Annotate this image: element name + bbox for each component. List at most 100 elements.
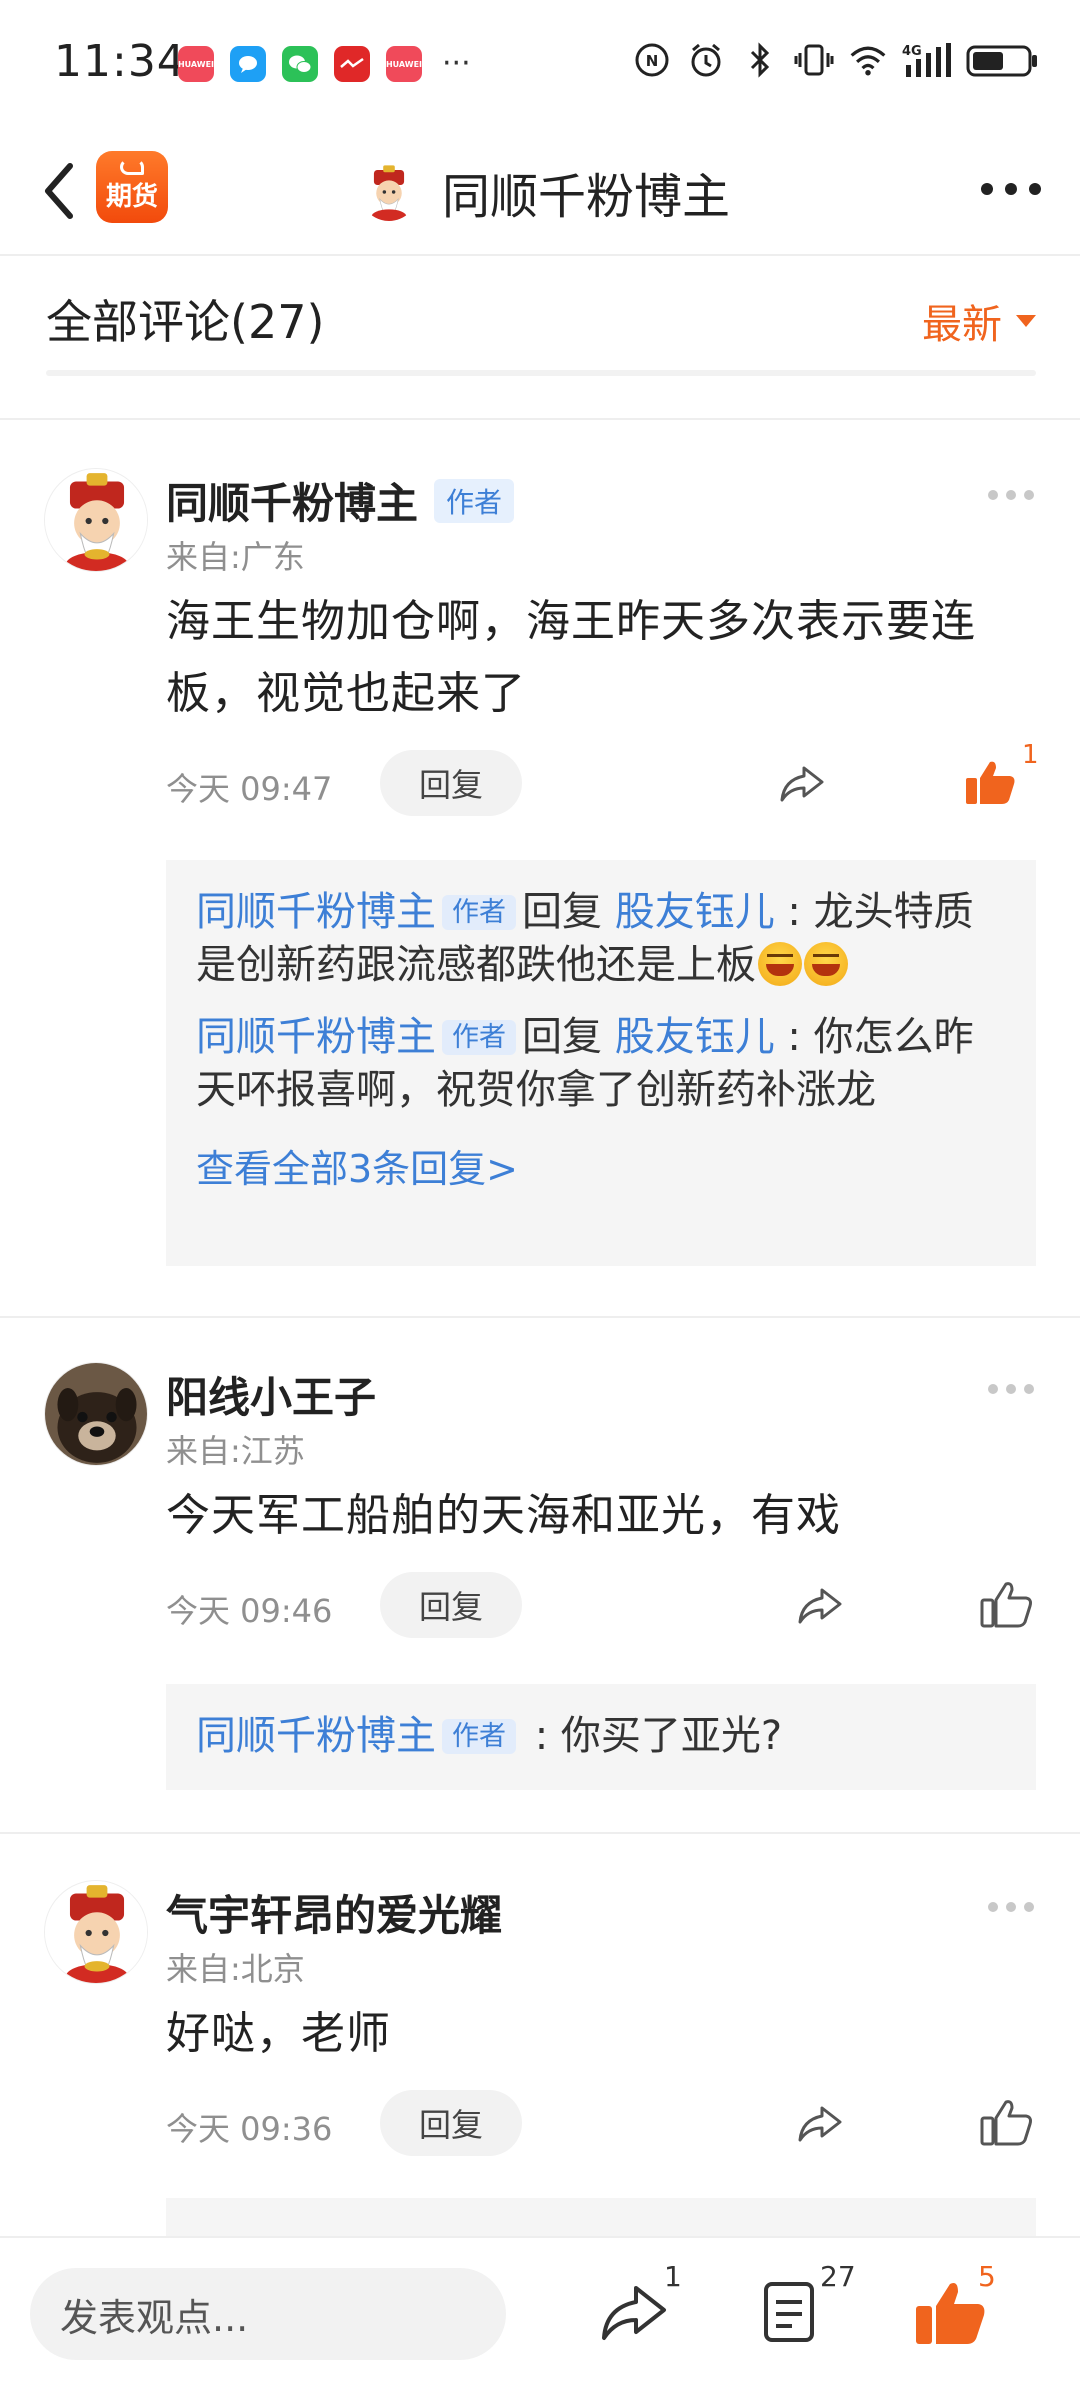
vibrate-icon	[794, 40, 834, 80]
view-all-replies-link[interactable]: 查看全部3条回复>	[196, 1138, 1006, 1193]
reply-author[interactable]: 同顺千粉博主	[196, 1713, 436, 1759]
badge-label: 期货	[105, 182, 158, 212]
more-horizontal-icon	[988, 490, 998, 500]
author-name: 同顺千粉博主	[166, 479, 419, 528]
more-dot	[1024, 1902, 1034, 1912]
sort-label: 最新	[922, 302, 1002, 348]
comment-actions: 今天 09:47 回复 1	[166, 740, 1039, 816]
huawei-store-icon: HUAWEI	[178, 46, 214, 82]
comment-count: 27	[820, 2260, 856, 2293]
share-icon[interactable]	[794, 2098, 846, 2150]
more-dot	[1006, 490, 1016, 500]
reply-author[interactable]: 同顺千粉博主	[196, 1014, 436, 1060]
more-dot	[1006, 1902, 1016, 1912]
thumbs-up-filled-icon[interactable]	[962, 754, 1018, 810]
grin-emoji-icon	[758, 942, 802, 986]
share-count: 1	[664, 2260, 682, 2293]
comment-text: 好哒，老师	[166, 2008, 391, 2059]
messages-icon	[230, 46, 266, 82]
thumbs-up-icon[interactable]	[978, 2094, 1034, 2150]
reply-button[interactable]: 回复	[380, 2090, 522, 2156]
reply-author[interactable]: 同顺千粉博主	[196, 889, 436, 935]
comment-location: 来自:江苏	[166, 1432, 305, 1470]
more-dot	[1024, 1384, 1034, 1394]
bluetooth-icon	[740, 40, 780, 80]
comment-text: 海王生物加仓啊，海王昨天多次表示要连板，视觉也起来了	[166, 596, 976, 719]
comment-author[interactable]: 阳线小王子	[166, 1364, 376, 1425]
comments-header: 全部评论(27) 最新	[0, 258, 1080, 374]
reply-button[interactable]: 回复	[380, 750, 522, 816]
author-badge: 作者	[442, 895, 516, 930]
alarm-icon	[686, 40, 726, 80]
wifi-icon	[848, 40, 888, 80]
more-dot	[1005, 183, 1017, 195]
news-app-icon	[334, 46, 370, 82]
reply-item: 同顺千粉博主 作者 回复 股友钰儿 : 龙头特质是创新药跟流感都跌他还是上板	[196, 889, 974, 988]
divider	[0, 418, 1080, 420]
caret-down-icon	[1016, 315, 1036, 327]
reply-target[interactable]: 股友钰儿	[615, 1014, 775, 1060]
like-count: 1	[1022, 740, 1039, 770]
huawei-appgallery-icon: HUAWEI	[386, 46, 422, 82]
author-badge: 作者	[442, 1719, 516, 1754]
blogger-avatar	[360, 163, 418, 221]
reply-text: 你买了亚光?	[560, 1713, 783, 1759]
header-title-group[interactable]: 同顺千粉博主	[360, 154, 730, 230]
reply-action: 回复	[522, 889, 602, 935]
comment-more-button[interactable]	[988, 1384, 1034, 1394]
nfc-icon: N	[632, 40, 672, 80]
comments-title: 全部评论(27)	[46, 295, 325, 349]
comment-location: 来自:北京	[166, 1950, 305, 1988]
comment-time: 今天 09:47	[166, 770, 333, 808]
avatar[interactable]	[44, 1362, 148, 1466]
more-dot	[1024, 490, 1034, 500]
comment-author[interactable]: 气宇轩昂的爱光耀	[166, 1882, 502, 1943]
chevron-left-icon	[45, 163, 73, 219]
more-dot	[1006, 1384, 1016, 1394]
thumbs-up-icon[interactable]	[978, 1576, 1034, 1632]
share-icon[interactable]	[794, 1580, 846, 1632]
reply-item: 同顺千粉博主 作者 : 你买了亚光?	[196, 1713, 783, 1759]
share-icon[interactable]	[776, 758, 828, 810]
reply-target[interactable]: 股友钰儿	[615, 889, 775, 935]
status-indicators: N 4G	[632, 40, 1040, 80]
comment-input-placeholder: 发表观点...	[60, 2295, 249, 2340]
grin-emoji-icon	[804, 942, 848, 986]
notification-icons: HUAWEI HUAWEI ···	[178, 46, 471, 82]
author-name: 阳线小王子	[166, 1373, 377, 1422]
page-title: 同顺千粉博主	[442, 169, 731, 225]
reply-thread: 同顺千粉博主 作者 : 你买了亚光?	[166, 1684, 1036, 1790]
divider	[0, 1316, 1080, 1318]
svg-text:N: N	[646, 52, 659, 70]
reply-button[interactable]: 回复	[380, 1572, 522, 1638]
comment-input[interactable]: 发表观点...	[30, 2268, 506, 2360]
badge-logo-icon	[120, 159, 144, 175]
avatar[interactable]	[44, 468, 148, 572]
reply-action: 回复	[522, 1014, 602, 1060]
battery-icon	[966, 40, 1040, 80]
bottom-action-bar: 发表观点... 1 27 5	[0, 2236, 1080, 2388]
more-dot	[1029, 183, 1041, 195]
comment-author[interactable]: 同顺千粉博主 作者	[166, 470, 515, 531]
author-name: 气宇轩昂的爱光耀	[166, 1891, 503, 1940]
more-options-button[interactable]	[976, 174, 1046, 204]
signal-icon: 4G	[902, 40, 952, 80]
author-badge: 作者	[442, 1020, 516, 1055]
like-count: 5	[978, 2260, 996, 2293]
comment-actions: 今天 09:46 回复	[166, 1572, 1036, 1638]
status-time: 11:34	[54, 36, 186, 87]
top-nav-bar: 期货 同顺千粉博主	[0, 126, 1080, 256]
comment-text: 今天军工船舶的天海和亚光，有戏	[166, 1490, 841, 1541]
comment-time: 今天 09:36	[166, 2110, 333, 2148]
more-horizontal-icon	[988, 1384, 998, 1394]
avatar[interactable]	[44, 1880, 148, 1984]
futures-app-badge[interactable]: 期货	[96, 151, 168, 223]
comment-more-button[interactable]	[988, 1902, 1034, 1912]
more-horizontal-icon	[988, 1902, 998, 1912]
comment-more-button[interactable]	[988, 490, 1034, 500]
wechat-icon	[282, 46, 318, 82]
sort-dropdown[interactable]: 最新	[922, 292, 1036, 350]
divider	[46, 370, 1036, 376]
back-button[interactable]	[34, 158, 84, 224]
divider	[0, 1832, 1080, 1834]
